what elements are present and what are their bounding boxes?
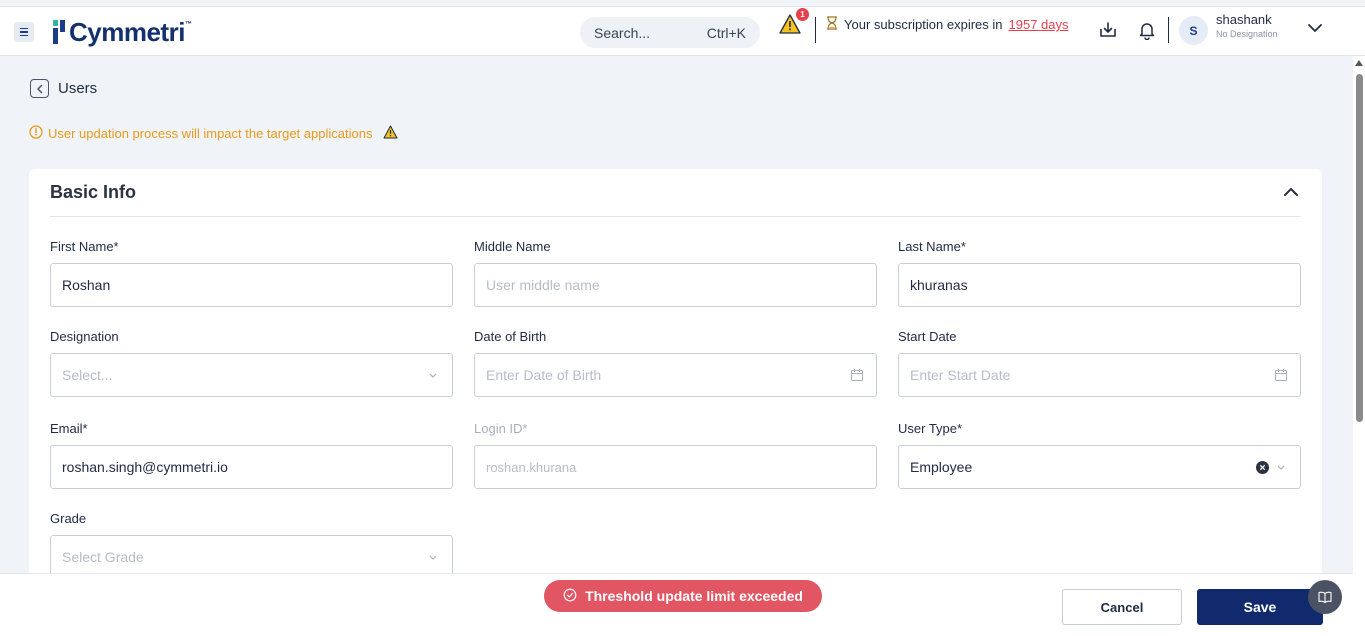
- chevron-down-icon[interactable]: [1305, 18, 1325, 38]
- search-input[interactable]: Search... Ctrl+K: [580, 17, 760, 48]
- designation-placeholder: Select...: [62, 367, 113, 383]
- chevron-up-icon[interactable]: [1282, 183, 1300, 201]
- search-shortcut: Ctrl+K: [706, 24, 746, 41]
- grade-placeholder: Select Grade: [62, 549, 144, 565]
- last-name-label: Last Name*: [898, 239, 966, 254]
- save-button[interactable]: Save: [1197, 589, 1323, 625]
- divider: [50, 216, 1301, 217]
- chevron-left-icon: [30, 79, 49, 98]
- impact-notice: User updation process will impact the ta…: [29, 125, 398, 142]
- designation-label: Designation: [50, 329, 119, 344]
- section-title: Basic Info: [50, 182, 137, 202]
- calendar-icon[interactable]: [850, 368, 864, 382]
- divider: [815, 17, 816, 43]
- user-designation: No Designation: [1216, 29, 1278, 39]
- back-button[interactable]: Users: [30, 79, 97, 98]
- email-label: Email*: [50, 421, 88, 436]
- logo-trademark: ™: [184, 21, 192, 28]
- toast-text: Threshold update limit exceeded: [585, 588, 803, 604]
- email-field[interactable]: roshan.singh@cymmetri.io: [50, 445, 453, 489]
- chevron-down-icon: [426, 368, 440, 382]
- bell-icon[interactable]: [1135, 18, 1159, 42]
- logo-mark-icon: [53, 20, 67, 44]
- alerts-count-badge: 1: [796, 8, 809, 21]
- menu-icon[interactable]: [14, 22, 34, 42]
- avatar[interactable]: S: [1179, 16, 1208, 45]
- start-date-field[interactable]: Enter Start Date: [898, 353, 1301, 397]
- basic-info-card: Basic Info First Name* Roshan Middle Nam…: [29, 169, 1322, 589]
- login-id-label: Login ID*: [474, 421, 528, 436]
- download-icon[interactable]: [1096, 18, 1120, 42]
- scrollbar[interactable]: [1353, 56, 1365, 636]
- logo-text: Cymmetri: [69, 16, 185, 47]
- user-name[interactable]: shashank: [1216, 12, 1272, 27]
- user-type-select[interactable]: Employee: [898, 445, 1301, 489]
- start-date-label: Start Date: [898, 329, 957, 344]
- chevron-down-icon: [426, 550, 440, 564]
- grade-label: Grade: [50, 511, 87, 526]
- dob-field[interactable]: Enter Date of Birth: [474, 353, 877, 397]
- dob-placeholder: Enter Date of Birth: [486, 367, 602, 383]
- top-bar: Cymmetri ™ Search... Ctrl+K: [0, 6, 1365, 56]
- login-id-field: roshan.khurana: [474, 445, 877, 489]
- clear-icon[interactable]: [1256, 461, 1269, 474]
- back-label: Users: [58, 80, 98, 97]
- info-icon: [29, 125, 43, 142]
- cancel-button[interactable]: Cancel: [1062, 589, 1182, 625]
- calendar-icon[interactable]: [1274, 368, 1288, 382]
- search-placeholder: Search...: [594, 24, 651, 41]
- user-type-label: User Type*: [898, 421, 963, 436]
- start-date-placeholder: Enter Start Date: [910, 367, 1011, 383]
- chevron-down-icon[interactable]: [1274, 460, 1288, 474]
- logo[interactable]: Cymmetri ™: [53, 17, 192, 47]
- designation-select[interactable]: Select...: [50, 353, 453, 397]
- subscription-notice: Your subscription expires in 1957 days: [826, 16, 1069, 33]
- first-name-field[interactable]: Roshan: [50, 263, 453, 307]
- first-name-label: First Name*: [50, 239, 119, 254]
- middle-name-label: Middle Name: [474, 239, 551, 254]
- last-name-field[interactable]: khuranas: [898, 263, 1301, 307]
- hourglass-icon: [826, 16, 838, 33]
- error-toast: Threshold update limit exceeded: [544, 580, 822, 612]
- divider: [1168, 17, 1169, 43]
- subscription-text: Your subscription expires in: [844, 17, 1003, 32]
- subscription-days-link[interactable]: 1957 days: [1009, 17, 1069, 32]
- book-icon[interactable]: [1308, 580, 1342, 614]
- user-type-value: Employee: [910, 459, 973, 475]
- scroll-up-arrow-icon[interactable]: [1355, 60, 1363, 66]
- scroll-thumb[interactable]: [1356, 74, 1363, 422]
- dob-label: Date of Birth: [474, 329, 547, 344]
- warning-icon: [383, 125, 398, 142]
- notice-text: User updation process will impact the ta…: [48, 126, 373, 141]
- error-icon: [563, 588, 577, 605]
- middle-name-field[interactable]: User middle name: [474, 263, 877, 307]
